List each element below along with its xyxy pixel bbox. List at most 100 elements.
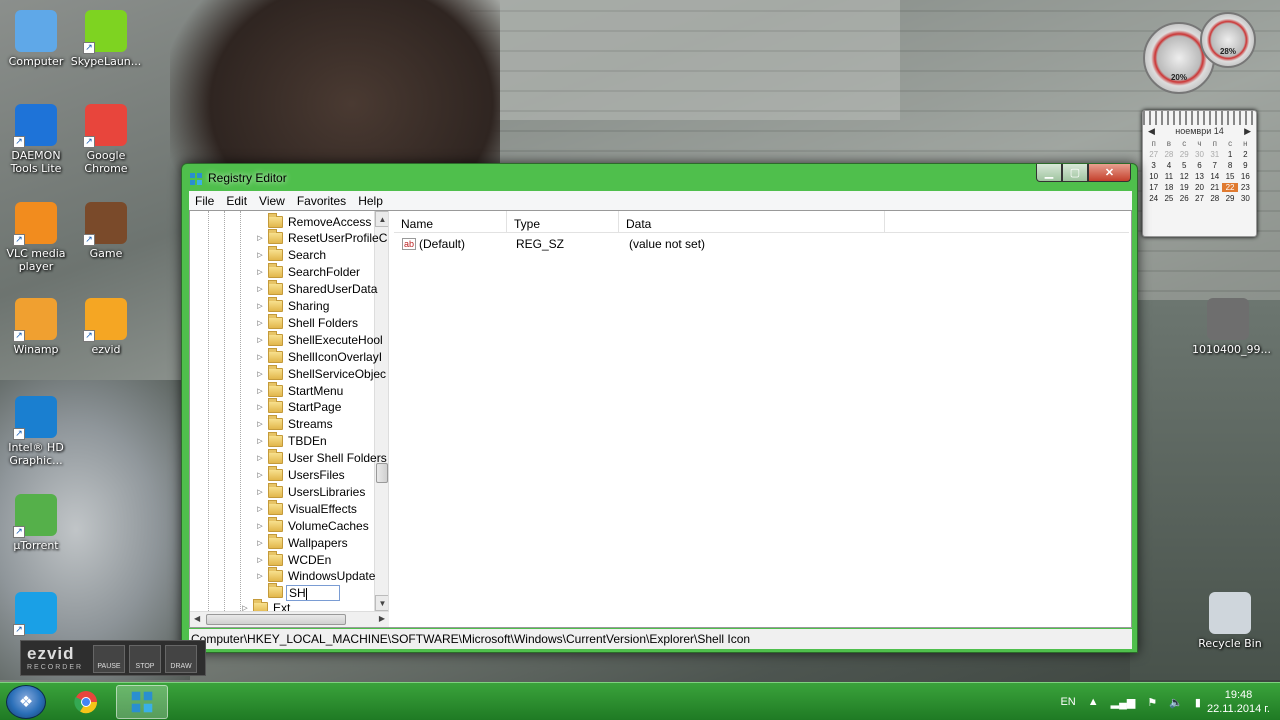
calendar-day[interactable]: 29 bbox=[1222, 194, 1237, 203]
calendar-day[interactable]: 28 bbox=[1207, 194, 1222, 203]
calendar-day[interactable]: 22 bbox=[1222, 183, 1238, 192]
pause-button[interactable]: PAUSE bbox=[93, 645, 125, 673]
tree-expander-icon[interactable]: ▷ bbox=[255, 488, 265, 496]
scroll-thumb-horizontal[interactable] bbox=[206, 614, 346, 625]
tree-expander-icon[interactable]: ▷ bbox=[255, 353, 265, 361]
tree-expander-icon[interactable]: ▷ bbox=[255, 471, 265, 479]
tree-item[interactable]: ▷ ShellIconOverlayI bbox=[255, 347, 382, 365]
tree-expander-icon[interactable]: ▷ bbox=[255, 420, 265, 428]
taskbar-chrome[interactable] bbox=[60, 685, 112, 719]
tree-item[interactable]: ▷ User Shell Folders bbox=[255, 449, 387, 467]
calendar-day[interactable]: 2 bbox=[1238, 150, 1253, 159]
tree-expander-icon[interactable]: ▷ bbox=[255, 285, 265, 293]
calendar-day[interactable]: 20 bbox=[1192, 183, 1207, 192]
calendar-day[interactable]: 5 bbox=[1177, 161, 1192, 170]
tree-expander-icon[interactable]: ▷ bbox=[255, 387, 265, 395]
desktop-icon-image-file[interactable]: 1010400_99... bbox=[1192, 298, 1271, 356]
tree-item[interactable]: ▷ VolumeCaches bbox=[255, 516, 369, 534]
taskbar-clock[interactable]: 19:48 22.11.2014 г. bbox=[1207, 688, 1270, 716]
registry-key-tree[interactable]: SH ▷ Ext ▲ ▼ RemoveAccess ▷ ResetUserProfi… bbox=[190, 211, 389, 611]
calendar-day[interactable]: 26 bbox=[1177, 194, 1192, 203]
desktop-icon-game[interactable]: ↗ Game bbox=[70, 202, 142, 260]
language-indicator[interactable]: EN bbox=[1060, 696, 1075, 708]
calendar-day[interactable]: 21 bbox=[1207, 183, 1222, 192]
calendar-day[interactable]: 15 bbox=[1222, 172, 1237, 181]
tree-item[interactable]: ▷ StartMenu bbox=[255, 381, 343, 399]
desktop-icon-intel-graphics[interactable]: ↗ Intel® HD Graphic... bbox=[0, 396, 72, 467]
calendar-day[interactable]: 29 bbox=[1177, 150, 1192, 159]
tree-expander-icon[interactable]: ▷ bbox=[255, 505, 265, 513]
calendar-day[interactable]: 19 bbox=[1177, 183, 1192, 192]
calendar-day[interactable]: 30 bbox=[1238, 194, 1253, 203]
calendar-day[interactable]: 25 bbox=[1161, 194, 1176, 203]
close-button[interactable]: ✕ bbox=[1088, 164, 1131, 182]
calendar-day[interactable]: 4 bbox=[1161, 161, 1176, 170]
calendar-day[interactable]: 8 bbox=[1222, 161, 1237, 170]
tree-item[interactable]: ▷ UsersLibraries bbox=[255, 482, 365, 500]
menu-favorites[interactable]: Favorites bbox=[291, 194, 352, 208]
desktop-icon-daemon-tools[interactable]: ↗ DAEMON Tools Lite bbox=[0, 104, 72, 175]
tree-item[interactable]: ▷ ResetUserProfileC bbox=[255, 229, 387, 247]
tree-item[interactable]: ▷ Sharing bbox=[255, 297, 329, 315]
column-name-header[interactable]: Name bbox=[394, 211, 507, 232]
memory-gauge-gadget[interactable]: 28% bbox=[1200, 12, 1256, 68]
stop-button[interactable]: STOP bbox=[129, 645, 161, 673]
calendar-day[interactable]: 7 bbox=[1207, 161, 1222, 170]
tree-expander-icon[interactable]: ▷ bbox=[255, 268, 265, 276]
tree-expander-icon[interactable]: ▷ bbox=[255, 572, 265, 580]
desktop-icon-computer[interactable]: Computer bbox=[0, 10, 72, 68]
calendar-day[interactable]: 14 bbox=[1207, 172, 1222, 181]
tree-expander-icon[interactable]: ▷ bbox=[255, 403, 265, 411]
tree-expander-icon[interactable]: ▷ bbox=[255, 234, 265, 242]
scroll-up-arrow-icon[interactable]: ▲ bbox=[375, 211, 388, 227]
calendar-day[interactable]: 27 bbox=[1192, 194, 1207, 203]
calendar-day[interactable]: 11 bbox=[1161, 172, 1176, 181]
desktop-icon-winamp[interactable]: ↗ Winamp bbox=[0, 298, 72, 356]
scroll-down-arrow-icon[interactable]: ▼ bbox=[375, 595, 388, 611]
minimize-button[interactable]: ▁ bbox=[1036, 164, 1062, 182]
tree-item[interactable]: ▷ SearchFolder bbox=[255, 263, 360, 281]
column-type-header[interactable]: Type bbox=[507, 211, 619, 232]
tree-item[interactable]: ▷ Wallpapers bbox=[255, 533, 348, 551]
title-bar[interactable]: Registry Editor ▁ ▢ ✕ bbox=[182, 164, 1137, 191]
calendar-day[interactable]: 10 bbox=[1146, 172, 1161, 181]
desktop-icon-vlc[interactable]: ↗ VLC media player bbox=[0, 202, 72, 273]
new-key-name-input[interactable]: SH bbox=[286, 585, 340, 601]
calendar-day[interactable]: 24 bbox=[1146, 194, 1161, 203]
tree-expander-icon[interactable]: ▷ bbox=[255, 336, 265, 344]
tree-expander-icon[interactable]: ▷ bbox=[255, 370, 265, 378]
tree-expander-icon[interactable]: ▷ bbox=[255, 437, 265, 445]
menu-view[interactable]: View bbox=[253, 194, 291, 208]
calendar-day[interactable]: 1 bbox=[1222, 150, 1237, 159]
calendar-day[interactable]: 6 bbox=[1192, 161, 1207, 170]
menu-help[interactable]: Help bbox=[352, 194, 389, 208]
calendar-day[interactable]: 13 bbox=[1192, 172, 1207, 181]
tree-item[interactable]: ▷ Shell Folders bbox=[255, 313, 358, 331]
values-list[interactable]: Name Type Data ab (Default) REG_SZ (valu… bbox=[394, 211, 1131, 627]
tree-item[interactable]: ▷ Search bbox=[255, 246, 326, 264]
tree-expander-icon[interactable]: ▷ bbox=[255, 302, 265, 310]
scroll-right-arrow-icon[interactable]: ▶ bbox=[379, 614, 385, 623]
calendar-day[interactable]: 12 bbox=[1177, 172, 1192, 181]
calendar-day[interactable]: 31 bbox=[1207, 150, 1222, 159]
tree-horizontal-scrollbar[interactable]: ◀ ▶ bbox=[190, 611, 389, 627]
desktop-icon-skype[interactable]: ↗ bbox=[0, 592, 72, 637]
show-hidden-icons-icon[interactable]: ▲ bbox=[1088, 696, 1099, 708]
network-signal-icon[interactable]: ▂▄▆ bbox=[1111, 696, 1136, 709]
calendar-day[interactable]: 9 bbox=[1238, 161, 1253, 170]
volume-icon[interactable]: 🔈 bbox=[1169, 696, 1183, 709]
start-button[interactable] bbox=[6, 685, 46, 719]
tree-expander-icon[interactable]: ▷ bbox=[255, 454, 265, 462]
tree-item[interactable]: ▷ StartPage bbox=[255, 398, 341, 416]
tree-item[interactable]: ▷ UsersFiles bbox=[255, 466, 345, 484]
tree-expander-icon[interactable]: ▷ bbox=[255, 319, 265, 327]
action-center-flag-icon[interactable]: ⚑ bbox=[1147, 696, 1157, 709]
maximize-button[interactable]: ▢ bbox=[1062, 164, 1088, 182]
column-data-header[interactable]: Data bbox=[619, 211, 885, 232]
desktop-icon-ezvid[interactable]: ↗ ezvid bbox=[70, 298, 142, 356]
taskbar-registry-editor[interactable] bbox=[116, 685, 168, 719]
tree-item[interactable]: ▷ Streams bbox=[255, 415, 333, 433]
desktop-icon-recycle-bin[interactable]: Recycle Bin bbox=[1194, 592, 1266, 650]
desktop-icon-utorrent[interactable]: ↗ µTorrent bbox=[0, 494, 72, 552]
tree-item[interactable]: ▷ WindowsUpdate bbox=[255, 567, 375, 585]
